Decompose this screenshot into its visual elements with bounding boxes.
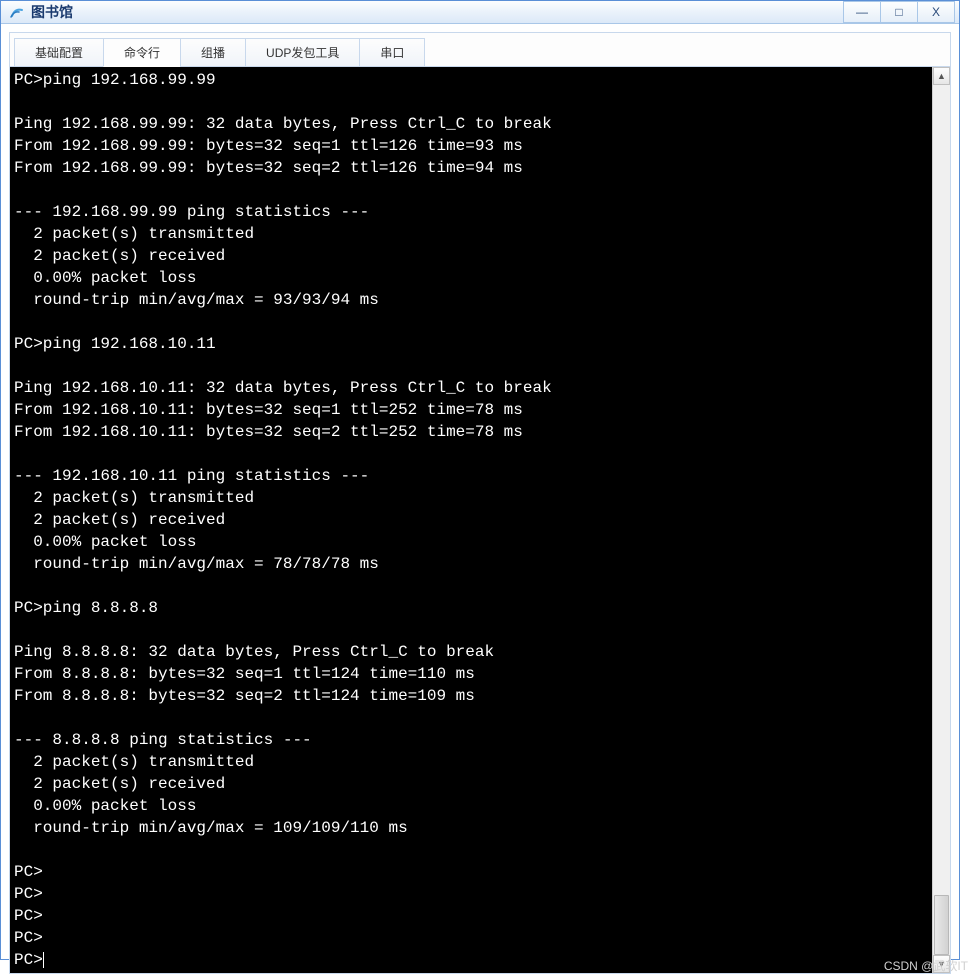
scroll-thumb[interactable] [934,895,949,955]
tab-basic-config[interactable]: 基础配置 [14,38,104,67]
tab-multicast[interactable]: 组播 [180,38,246,67]
scroll-track[interactable] [933,85,950,955]
terminal-panel: PC>ping 192.168.99.99 Ping 192.168.99.99… [10,67,950,973]
window-title: 图书馆 [31,2,844,22]
titlebar[interactable]: 图书馆 — □ X [1,1,959,24]
terminal-output[interactable]: PC>ping 192.168.99.99 Ping 192.168.99.99… [10,67,932,973]
content-frame: 基础配置 命令行 组播 UDP发包工具 串口 PC>ping 192.168.9… [9,32,951,974]
minimize-button[interactable]: — [843,1,881,23]
scroll-up-button[interactable]: ▲ [933,67,950,85]
tab-command-line[interactable]: 命令行 [103,38,181,67]
window-controls: — □ X [844,1,955,23]
scrollbar: ▲ ▼ [932,67,950,973]
maximize-button[interactable]: □ [880,1,918,23]
watermark: CSDN @武软IT [884,957,968,974]
tab-serial[interactable]: 串口 [359,38,425,67]
app-icon [9,4,25,20]
tabbar: 基础配置 命令行 组播 UDP发包工具 串口 [10,33,950,67]
tab-udp-tool[interactable]: UDP发包工具 [245,38,360,67]
close-button[interactable]: X [917,1,955,23]
app-window: 图书馆 — □ X 基础配置 命令行 组播 UDP发包工具 串口 PC>ping… [0,0,960,960]
